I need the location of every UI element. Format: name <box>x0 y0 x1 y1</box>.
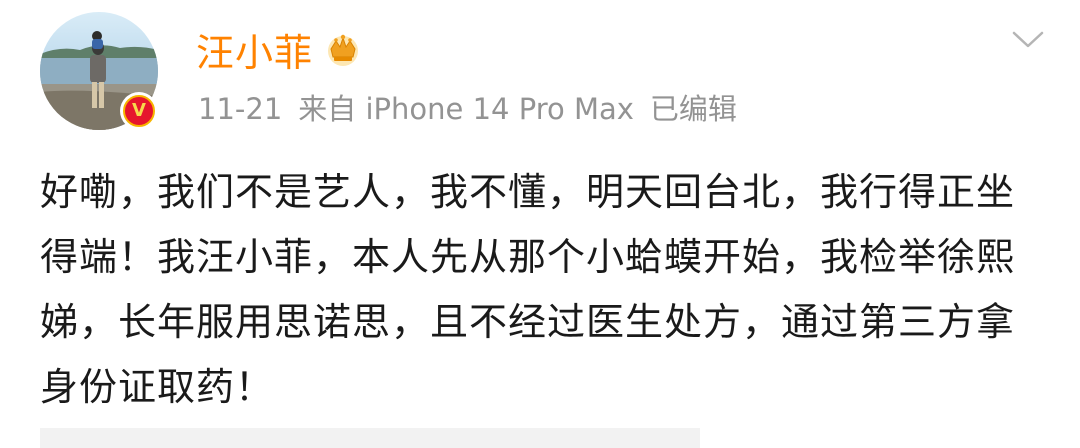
username[interactable]: 汪小菲 <box>196 22 313 77</box>
post-source: 来自 iPhone 14 Pro Max <box>298 92 634 126</box>
username-row: 汪小菲 <box>196 22 363 77</box>
post-meta: 11-21 来自 iPhone 14 Pro Max 已编辑 <box>198 86 753 128</box>
media-preview-strip <box>40 428 700 448</box>
weibo-post-card: V 汪小菲 11-21 来自 iPhone 14 Pro Max 已编辑 好嘞，我们… <box>0 0 1080 448</box>
crown-icon <box>328 34 359 66</box>
avatar[interactable]: V <box>40 12 158 130</box>
post-edited-label[interactable]: 已编辑 <box>650 92 737 126</box>
verified-badge-icon: V <box>120 92 158 130</box>
chevron-down-icon[interactable] <box>1010 22 1046 58</box>
post-content: 好嘞，我们不是艺人，我不懂，明天回台北，我行得正坐得端！我汪小菲，本人先从那个小… <box>40 170 1016 409</box>
post-date: 11-21 <box>198 92 283 126</box>
